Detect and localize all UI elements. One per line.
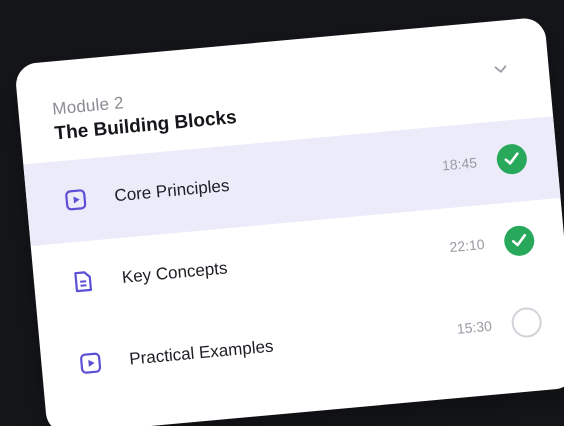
module-label: Module 2 — [51, 93, 125, 119]
lesson-duration: 22:10 — [448, 236, 486, 256]
screen-background: Module 2 The Building Blocks Core Princi… — [0, 0, 564, 426]
completed-check-icon[interactable] — [495, 142, 529, 176]
chevron-down-icon[interactable] — [492, 60, 509, 77]
video-icon — [80, 352, 102, 374]
lesson-list: Core Principles 18:45 Key Concepts 22:10 — [23, 116, 564, 409]
document-icon — [74, 271, 93, 293]
incomplete-circle-icon[interactable] — [510, 306, 543, 339]
lesson-title: Key Concepts — [121, 258, 229, 287]
lesson-duration: 15:30 — [456, 317, 493, 337]
lesson-title: Practical Examples — [128, 336, 275, 369]
lesson-title: Core Principles — [113, 175, 231, 206]
completed-check-icon[interactable] — [502, 224, 536, 258]
module-card: Module 2 The Building Blocks Core Princi… — [14, 16, 564, 426]
video-icon — [65, 189, 87, 211]
lesson-duration: 18:45 — [441, 154, 478, 174]
